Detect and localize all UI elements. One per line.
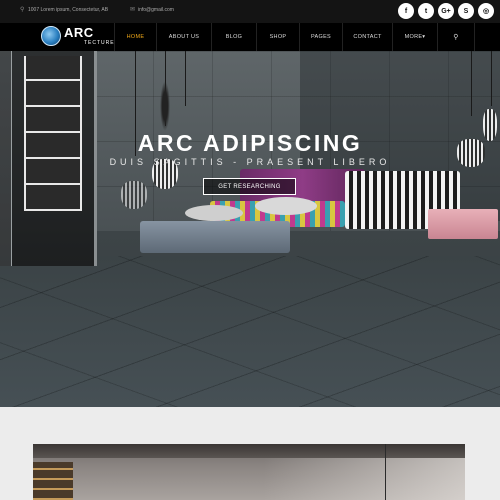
lamp-wire [185,51,186,106]
nav-item-contact[interactable]: CONTACT [342,23,392,51]
photo-lamp-cord [385,444,386,500]
photo-window-light [263,458,465,500]
google-plus-icon[interactable]: G+ [438,3,454,19]
lamp-wire [471,51,472,116]
hero-banner: ARC ADIPISCING DUIS SAGITTIS - PRAESENT … [0,51,500,407]
nav-item-home[interactable]: HOME [114,23,156,51]
nav-item-shop[interactable]: SHOP [256,23,299,51]
pillow [185,205,243,221]
pillow [255,197,317,215]
main-navbar: ARC TECTURE HOME ABOUT US BLOG SHOP PAGE… [0,23,500,51]
side-table [428,209,498,239]
photo-shelves [33,462,73,500]
nav-item-more[interactable]: MORE▾ [392,23,437,51]
hero-subtitle: DUIS SAGITTIS - PRAESENT LIBERO [109,157,391,167]
logo-main-text: ARC [64,25,94,40]
email-info: ✉ info@gmail.com [130,6,174,14]
nav-item-pages[interactable]: PAGES [299,23,342,51]
pendant-lamp-shadow [121,181,147,209]
photo-ceiling [33,444,465,458]
hero-title: ARC ADIPISCING [137,130,363,156]
nav-item-blog[interactable]: BLOG [211,23,256,51]
social-links: f t G+ S ◎ [398,3,494,19]
lamp-shade-top [160,81,170,131]
globe-logo-icon [41,26,61,46]
address-text: 1007 Lorem ipsum, Consectetur, AB [28,7,109,13]
search-icon[interactable]: ⚲ [437,23,475,51]
floor-mattress [140,221,290,253]
location-pin-icon: ⚲ [20,6,25,13]
twitter-icon[interactable]: t [418,3,434,19]
skype-icon[interactable]: S [458,3,474,19]
hero-floor [0,256,500,407]
lamp-wire [491,51,492,106]
top-info-bar: ⚲ 1007 Lorem ipsum, Consectetur, AB ✉ in… [0,0,500,23]
get-researching-button[interactable]: GET RESEARCHING [203,178,296,195]
email-link[interactable]: info@gmail.com [138,7,174,13]
address-info: ⚲ 1007 Lorem ipsum, Consectetur, AB [20,6,109,14]
logo-sub-text: TECTURE [84,40,115,46]
facebook-icon[interactable]: f [398,3,414,19]
nav-item-about-us[interactable]: ABOUT US [156,23,211,51]
instagram-icon[interactable]: ◎ [478,3,494,19]
interior-photo [33,444,465,500]
nav-menu: HOME ABOUT US BLOG SHOP PAGES CONTACT MO… [114,23,475,51]
site-logo[interactable]: ARC TECTURE [41,25,114,47]
content-section [0,407,500,500]
envelope-icon: ✉ [130,6,136,13]
